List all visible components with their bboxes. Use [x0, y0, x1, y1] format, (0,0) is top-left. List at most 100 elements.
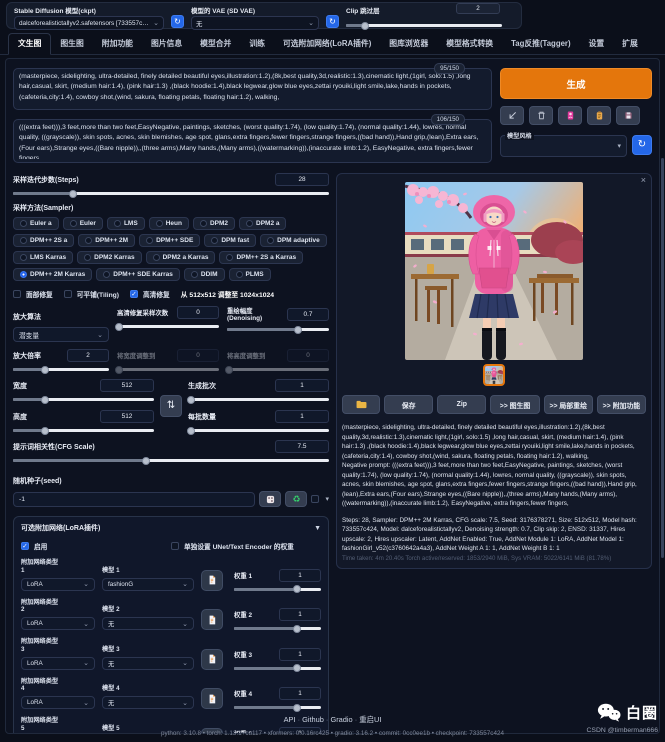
tab-extras[interactable]: 附加功能: [93, 34, 142, 54]
scrollbar[interactable]: [661, 158, 664, 558]
batch-size-value[interactable]: [275, 410, 329, 423]
hires-steps-slider[interactable]: [117, 325, 219, 328]
clear-prompt-button[interactable]: [529, 106, 553, 125]
lora-metadata-button[interactable]: [201, 649, 223, 670]
batch-count-value[interactable]: [275, 379, 329, 392]
close-icon[interactable]: ×: [641, 175, 646, 185]
swap-dimensions-button[interactable]: ⇅: [160, 395, 182, 417]
reload-ui-link[interactable]: 重启UI: [359, 715, 381, 724]
lora-type-select[interactable]: LoRA⌄: [21, 696, 95, 709]
github-link[interactable]: Github: [302, 715, 330, 724]
batch-count-slider[interactable]: [188, 398, 329, 401]
height-slider[interactable]: [13, 429, 154, 432]
reuse-seed-button[interactable]: ♻: [285, 491, 307, 507]
width-slider[interactable]: [13, 398, 154, 401]
tab-img2img[interactable]: 图生图: [51, 34, 92, 54]
lora-weight-value[interactable]: [279, 687, 321, 700]
apply-style-button[interactable]: [587, 106, 611, 125]
gallery-thumbnail[interactable]: [483, 364, 505, 386]
lora-enable-checkbox[interactable]: ✓: [21, 542, 29, 550]
slider-knob[interactable]: [293, 585, 301, 593]
upscaler-select[interactable]: 潜变量 ⌄: [13, 327, 109, 342]
lora-metadata-button[interactable]: [201, 688, 223, 709]
save-style-button[interactable]: [616, 106, 640, 125]
cfg-slider[interactable]: [13, 459, 329, 462]
open-folder-button[interactable]: [342, 395, 380, 414]
tab-txt2img[interactable]: 文生图: [8, 33, 51, 55]
steps-value[interactable]: [275, 173, 329, 186]
batch-size-slider[interactable]: [188, 429, 329, 432]
checkpoint-select[interactable]: dalceforealistictallyv2.safetensors [733…: [14, 16, 164, 30]
tab-tagger[interactable]: Tag反推(Tagger): [502, 34, 580, 54]
sampler-option[interactable]: DDIM: [184, 268, 225, 281]
lora-type-select[interactable]: LoRA⌄: [21, 617, 95, 630]
lora-weight-value[interactable]: [279, 648, 321, 661]
lora-weight-value[interactable]: [279, 569, 321, 582]
slider-knob[interactable]: [69, 190, 77, 198]
tab-additional-networks[interactable]: 可选附加网络(LoRA插件): [274, 34, 380, 54]
sampler-option[interactable]: DPM fast: [204, 234, 256, 247]
clip-skip-slider[interactable]: [346, 24, 502, 27]
refresh-vae-button[interactable]: ↻: [326, 15, 339, 28]
slider-knob[interactable]: [293, 625, 301, 633]
style-select[interactable]: 模型风格 ▾: [500, 135, 627, 157]
sampler-option[interactable]: Heun: [149, 217, 189, 230]
zip-button[interactable]: Zip: [437, 395, 486, 414]
lora-weight-slider[interactable]: [234, 588, 321, 591]
paste-params-button[interactable]: [500, 106, 524, 125]
slider-knob[interactable]: [187, 396, 195, 404]
collapse-icon[interactable]: ▼: [314, 525, 321, 532]
slider-knob[interactable]: [187, 427, 195, 435]
lora-model-select[interactable]: 无⌄: [102, 657, 194, 670]
slider-knob[interactable]: [225, 366, 233, 374]
lora-metadata-button[interactable]: [201, 609, 223, 630]
sampler-option[interactable]: DPM++ SDE: [139, 234, 200, 247]
lora-separate-weights-checkbox[interactable]: [171, 542, 179, 550]
lora-weight-slider[interactable]: [234, 706, 321, 709]
generated-image[interactable]: [405, 182, 583, 360]
upscale-by-slider[interactable]: [13, 368, 109, 371]
slider-knob[interactable]: [41, 427, 49, 435]
extra-networks-button[interactable]: [558, 106, 582, 125]
tab-extensions[interactable]: 扩展: [613, 34, 647, 54]
sampler-option[interactable]: DPM++ 2S a: [13, 234, 74, 247]
hires-steps-value[interactable]: [177, 306, 219, 319]
save-button[interactable]: 保存: [384, 395, 433, 414]
sampler-option[interactable]: DPM adaptive: [260, 234, 327, 247]
resize-width-value[interactable]: [177, 349, 219, 362]
cfg-value[interactable]: [275, 440, 329, 453]
sampler-option[interactable]: DPM2 a Karras: [146, 251, 216, 264]
resize-height-value[interactable]: [287, 349, 329, 362]
api-link[interactable]: API: [284, 715, 303, 724]
resize-width-slider[interactable]: [117, 368, 219, 371]
slider-knob[interactable]: [41, 396, 49, 404]
width-value[interactable]: [100, 379, 154, 392]
upscale-by-value[interactable]: [67, 349, 109, 362]
gradio-link[interactable]: Gradio: [330, 715, 359, 724]
restore-faces-checkbox[interactable]: [13, 290, 21, 298]
slider-knob[interactable]: [142, 457, 150, 465]
sampler-option[interactable]: DPM++ 2M: [78, 234, 135, 247]
refresh-styles-button[interactable]: ↻: [632, 135, 652, 155]
lora-model-select[interactable]: 无⌄: [102, 696, 194, 709]
slider-knob[interactable]: [115, 323, 123, 331]
send-to-inpaint-button[interactable]: >> 局部重绘: [544, 395, 593, 414]
random-seed-button[interactable]: [259, 491, 281, 507]
sampler-option[interactable]: Euler: [63, 217, 103, 230]
slider-knob[interactable]: [41, 366, 49, 374]
tab-train[interactable]: 训练: [240, 34, 274, 54]
slider-knob[interactable]: [294, 326, 302, 334]
tab-png-info[interactable]: 图片信息: [142, 34, 191, 54]
generate-button[interactable]: 生成: [500, 68, 652, 99]
tab-settings[interactable]: 设置: [580, 34, 614, 54]
sampler-option[interactable]: DPM2 Karras: [77, 251, 141, 264]
sampler-option[interactable]: DPM++ 2S a Karras: [219, 251, 303, 264]
slider-knob[interactable]: [115, 366, 123, 374]
resize-height-slider[interactable]: [227, 368, 329, 371]
sampler-option-selected[interactable]: DPM++ 2M Karras: [13, 268, 92, 281]
tab-image-browser[interactable]: 图库浏览器: [380, 34, 437, 54]
prompt-input[interactable]: (masterpiece, sidelighting, ultra-detail…: [19, 72, 486, 106]
tab-checkpoint-merger[interactable]: 模型合并: [191, 34, 240, 54]
height-value[interactable]: [100, 410, 154, 423]
lora-weight-value[interactable]: [279, 608, 321, 621]
